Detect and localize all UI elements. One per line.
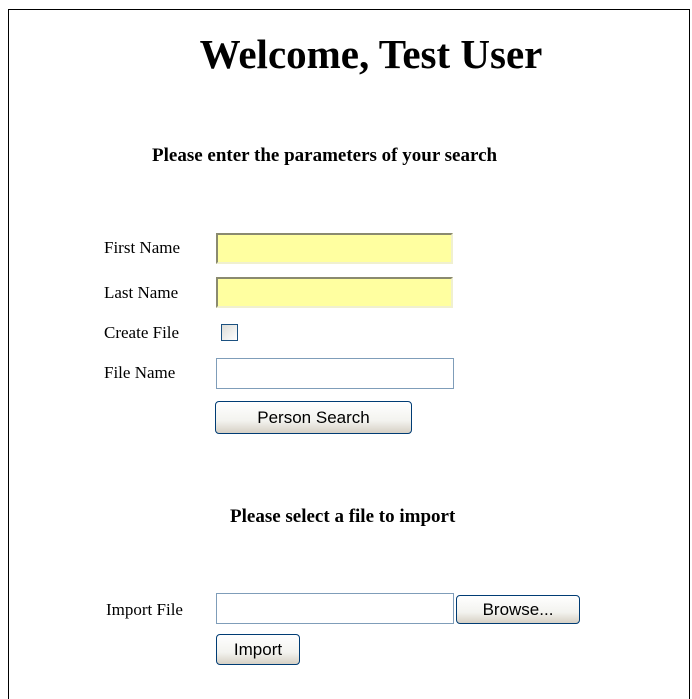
import-section-heading: Please select a file to import	[230, 506, 456, 527]
import-button[interactable]: Import	[216, 634, 300, 665]
browse-button[interactable]: Browse...	[456, 595, 580, 624]
create-file-label: Create File	[104, 323, 180, 342]
last-name-label: Last Name	[104, 283, 179, 302]
last-name-input[interactable]	[216, 277, 453, 308]
first-name-input[interactable]	[216, 233, 453, 264]
import-file-input[interactable]	[216, 593, 454, 624]
page-title: Welcome, Test User	[199, 31, 543, 77]
file-name-input[interactable]	[216, 358, 454, 389]
file-name-label: File Name	[104, 363, 176, 382]
import-file-label: Import File	[106, 600, 183, 619]
create-file-checkbox[interactable]	[221, 324, 238, 341]
person-search-button[interactable]: Person Search	[215, 401, 412, 434]
first-name-label: First Name	[104, 238, 181, 257]
search-section-heading: Please enter the parameters of your sear…	[152, 145, 498, 166]
